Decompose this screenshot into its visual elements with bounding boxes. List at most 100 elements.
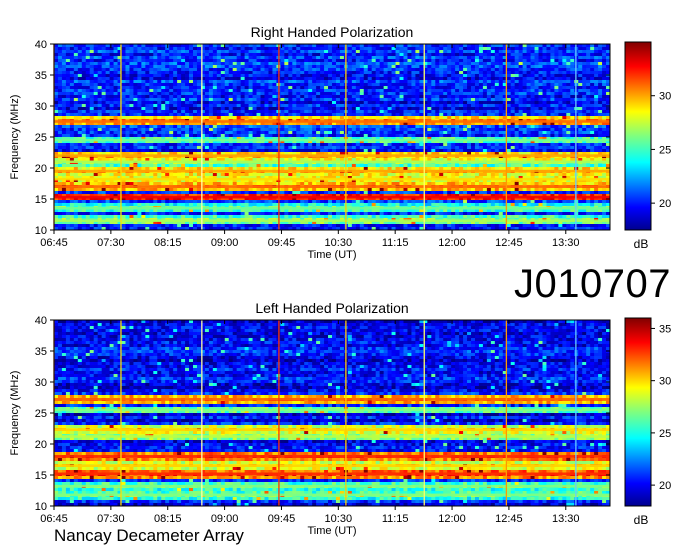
spectrogram-cell (498, 98, 504, 102)
spectrogram-cell (590, 95, 595, 99)
spectrogram-cell (419, 104, 424, 108)
spectrogram-cell (113, 131, 118, 135)
spectrogram-cell (272, 149, 277, 153)
spectrogram-cell (514, 47, 520, 51)
spectrogram-cell (435, 116, 440, 120)
spectrogram-cell (351, 95, 357, 99)
spectrogram-cell (193, 128, 198, 132)
spectrogram-cell (69, 128, 75, 132)
spectrogram-cell (538, 134, 543, 138)
spectrogram-cell (97, 95, 103, 99)
spectrogram-cell (383, 116, 388, 120)
spectrogram-cell (431, 92, 436, 96)
spectrogram-cell (113, 53, 118, 57)
spectrogram-cell (173, 47, 178, 51)
spectrogram-cell (284, 65, 289, 69)
spectrogram-cell (391, 92, 396, 96)
spectrogram-cell (363, 113, 369, 117)
spectrogram-cell (332, 92, 337, 96)
spectrogram-cell (169, 47, 174, 51)
spectrogram-cell (252, 68, 257, 72)
spectrogram-cell (73, 131, 79, 135)
spectrogram-cell (141, 101, 146, 105)
spectrogram-cell (482, 110, 488, 114)
spectrogram-cell (379, 80, 385, 84)
spectrogram-cell (97, 98, 103, 102)
spectrogram-cell (332, 143, 337, 147)
spectrogram-cell (455, 143, 460, 147)
spectrogram-cell (490, 92, 496, 96)
spectrogram-cell (526, 128, 531, 132)
spectrogram-cell (89, 143, 95, 147)
spectrogram-cell (506, 116, 512, 120)
spectrogram-cell (538, 65, 543, 69)
spectrogram-cell (347, 125, 353, 129)
spectrogram-cell (371, 143, 377, 147)
spectrogram-cell (137, 146, 142, 150)
spectrogram-cell (212, 80, 218, 84)
spectrogram-cell (359, 59, 365, 63)
spectrogram-cell (105, 116, 110, 120)
spectrogram-cell (169, 65, 174, 69)
spectrogram-cell (133, 98, 138, 102)
spectrogram-cell (54, 74, 59, 78)
spectrogram-cell (530, 56, 535, 60)
spectrogram-cell (284, 143, 289, 147)
spectrogram-cell (578, 95, 583, 99)
spectrogram-cell (228, 44, 234, 48)
spectrogram-cell (478, 89, 484, 93)
spectrogram-cell (185, 47, 190, 51)
spectrogram-cell (216, 104, 222, 108)
spectrogram-cell (145, 62, 150, 66)
spectrogram-cell (471, 80, 476, 84)
spectrogram-cell (101, 116, 107, 120)
spectrogram-cell (474, 104, 480, 108)
spectrogram-cell (228, 92, 234, 96)
spectrogram-cell (367, 143, 373, 147)
spectrogram-cell (145, 77, 150, 81)
spectrogram-cell (220, 128, 226, 132)
spectrogram-cell (391, 74, 396, 78)
spectrogram-cell (252, 98, 257, 102)
spectrogram-cell (463, 56, 468, 60)
spectrogram-cell (570, 74, 575, 78)
spectrogram-cell (415, 107, 420, 111)
spectrogram-cell (435, 68, 440, 72)
spectrogram-cell (415, 80, 420, 84)
spectrogram-cell (316, 143, 321, 147)
spectrogram-cell (280, 50, 285, 54)
spectrogram-cell (308, 110, 313, 114)
spectrogram-cell (149, 143, 154, 147)
spectrogram-cell (121, 131, 126, 135)
spectrogram-cell (387, 59, 392, 63)
spectrogram-cell (582, 131, 587, 135)
spectrogram-cell (538, 47, 543, 51)
spectrogram-cell (351, 68, 357, 72)
spectrogram-cell (411, 107, 416, 111)
spectrogram-cell (347, 116, 353, 120)
spectrogram-cell (85, 68, 91, 72)
spectrogram-cell (554, 47, 559, 51)
spectrogram-cell (391, 86, 396, 90)
spectrogram-cell (161, 83, 166, 87)
spectrogram-cell (403, 83, 408, 87)
spectrogram-cell (97, 71, 103, 75)
spectrogram-cell (435, 110, 440, 114)
spectrogram-cell (407, 92, 412, 96)
spectrogram-cell (498, 77, 504, 81)
spectrogram-cell (443, 101, 448, 105)
spectrogram-cell (367, 56, 373, 60)
spectrogram-cell (506, 77, 512, 81)
spectrogram-cell (439, 89, 444, 93)
spectrogram-cell (455, 53, 460, 57)
spectrogram-cell (558, 77, 563, 81)
spectrogram-cell (228, 86, 234, 90)
spectrogram-cell (351, 83, 357, 87)
spectrogram-cell (296, 92, 301, 96)
spectrogram-cell (244, 134, 249, 138)
spectrogram-cell (264, 47, 269, 51)
spectrogram-cell (562, 59, 567, 63)
spectrogram-cell (165, 92, 170, 96)
spectrogram-cell (320, 131, 325, 135)
spectrogram-cell (316, 101, 321, 105)
